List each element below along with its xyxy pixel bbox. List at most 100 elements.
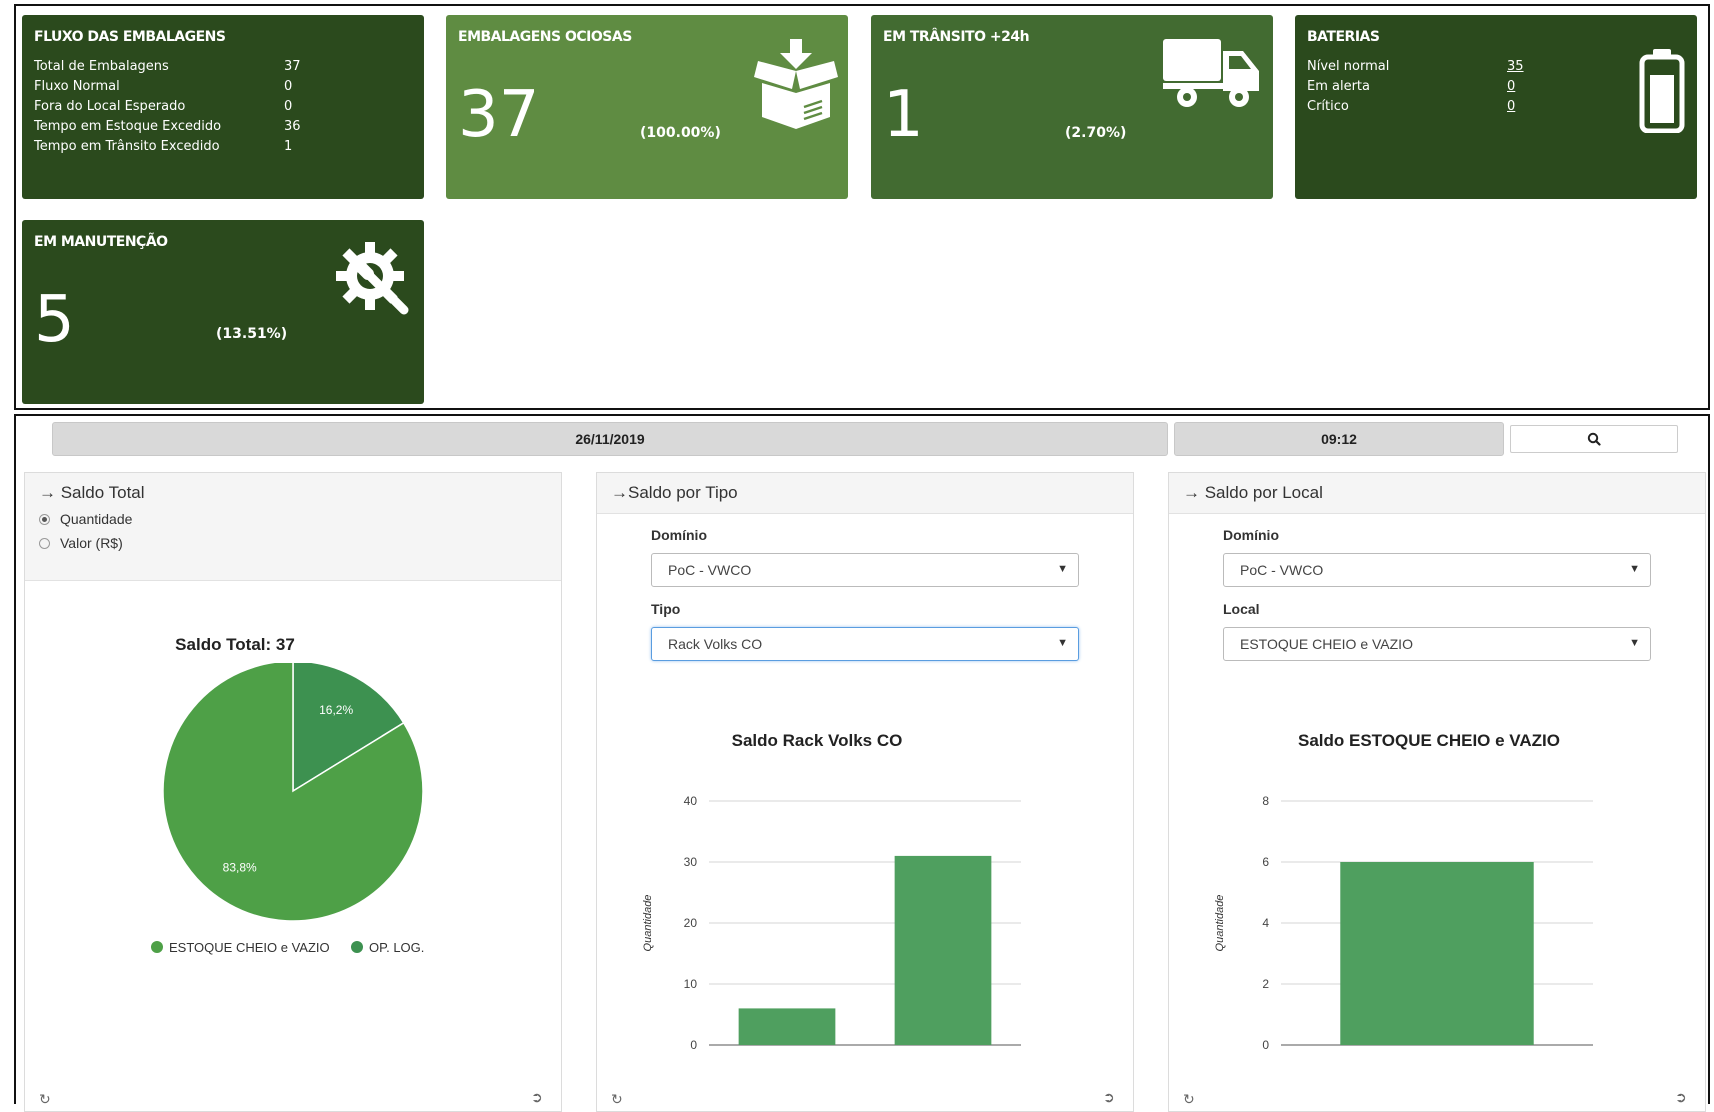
panel-title: → Saldo por Local	[1183, 483, 1323, 502]
flow-row-value: 1	[284, 139, 293, 154]
chart-title: Saldo Rack Volks CO	[731, 731, 903, 750]
y-axis-label: Quantidade	[642, 895, 654, 952]
arrow-right-circle-icon[interactable]: ➲	[1675, 1089, 1687, 1106]
pie-chart: 16,2% 83,8% ESTOQUE CHEIO e VAZIO OP. LOG.	[151, 663, 424, 955]
truck-icon	[1163, 39, 1259, 107]
battery-row-label: Crítico	[1307, 99, 1349, 114]
flow-row-value: 37	[284, 59, 301, 74]
flow-row-value: 0	[284, 79, 293, 94]
refresh-icon[interactable]: ↻	[1183, 1091, 1195, 1108]
panel-title: → Saldo Total	[39, 483, 145, 502]
caret-down-icon: ▼	[1629, 637, 1640, 649]
time-display: 09:12	[1174, 422, 1504, 456]
battery-row-link[interactable]: 0	[1507, 79, 1515, 94]
radio-quantidade[interactable]: Quantidade	[39, 511, 561, 527]
chart-title: Saldo Total: 37	[175, 635, 295, 654]
chart-title: Saldo ESTOQUE CHEIO e VAZIO	[1298, 731, 1560, 750]
flow-row: Fluxo Normal 0	[34, 79, 294, 99]
y-tick-label: 2	[1262, 977, 1269, 991]
dominio-label: Domínio	[651, 527, 707, 543]
gear-wrench-icon	[336, 242, 409, 315]
x-tick-label: ESTOQUE CHEIO e	[732, 1052, 842, 1053]
panel-title: →Saldo por Tipo	[611, 483, 738, 502]
tipo-select[interactable]: Rack Volks CO ▼	[651, 627, 1079, 661]
dominio-label: Domínio	[1223, 527, 1279, 543]
x-tick-label: OP. LOG.(31)	[907, 1052, 979, 1053]
arrow-right-circle-icon[interactable]: ➲	[1103, 1089, 1115, 1106]
y-tick-label: 8	[1262, 794, 1269, 808]
select-value: PoC - VWCO	[1240, 562, 1324, 578]
panel-saldo-total: → Saldo Total Quantidade Valor (R$) Sald…	[24, 472, 562, 1112]
panel-saldo-tipo: →Saldo por Tipo Domínio PoC - VWCO ▼ Tipo…	[596, 472, 1134, 1112]
tipo-label: Tipo	[651, 601, 681, 617]
flow-row-label: Tempo em Estoque Excedido	[34, 119, 222, 134]
caret-down-icon: ▼	[1629, 563, 1640, 575]
y-tick-label: 40	[684, 794, 698, 808]
tile-percent: (2.70%)	[1065, 125, 1127, 141]
bar-chart-tipo: 010203040QuantidadeESTOQUE CHEIO eVAZIO(…	[642, 794, 1021, 1053]
y-tick-label: 6	[1262, 855, 1269, 869]
radio-button[interactable]	[39, 513, 50, 525]
refresh-icon[interactable]: ↻	[39, 1091, 51, 1108]
refresh-icon[interactable]: ↻	[611, 1091, 623, 1108]
tile-baterias[interactable]: BATERIAS Nível normal 35 Em alerta 0 Críti…	[1295, 15, 1697, 199]
tile-embalagens-ociosas[interactable]: EMBALAGENS OCIOSAS 37 (100.00%)	[446, 15, 848, 199]
arrow-right-circle-icon[interactable]: ➲	[531, 1089, 543, 1106]
select-value: ESTOQUE CHEIO e VAZIO	[1240, 636, 1413, 652]
legend-marker	[351, 941, 363, 953]
tile-value: 1	[883, 78, 924, 152]
radio-label: Valor (R$)	[60, 535, 123, 551]
y-axis-label: Quantidade	[1214, 895, 1226, 952]
legend-label: ESTOQUE CHEIO e VAZIO	[169, 940, 330, 955]
tile-title: EMBALAGENS OCIOSAS	[458, 29, 632, 45]
caret-down-icon: ▼	[1057, 563, 1068, 575]
select-value: Rack Volks CO	[668, 636, 763, 652]
y-tick-label: 10	[684, 977, 698, 991]
tile-em-transito[interactable]: EM TRÂNSITO +24h 1 (2.70%)	[871, 15, 1273, 199]
dominio-select[interactable]: PoC - VWCO ▼	[651, 553, 1079, 587]
tile-title: BATERIAS	[1307, 29, 1380, 45]
date-display: 26/11/2019	[52, 422, 1168, 456]
radio-valor[interactable]: Valor (R$)	[39, 535, 561, 551]
search-button[interactable]	[1510, 425, 1678, 453]
flow-row-value: 36	[284, 119, 301, 134]
flow-row-label: Tempo em Trânsito Excedido	[34, 139, 220, 154]
flow-row-value: 0	[284, 99, 293, 114]
tile-em-manutencao[interactable]: EM MANUTENÇÃO 5 (13.51%)	[22, 220, 424, 404]
select-value: PoC - VWCO	[668, 562, 752, 578]
radio-button[interactable]	[39, 537, 50, 549]
bar	[738, 1008, 836, 1045]
pie-slice-label: 16,2%	[319, 703, 353, 717]
open-box-icon	[754, 39, 838, 129]
battery-row: Em alerta 0	[1307, 79, 1537, 99]
kpi-tiles-frame: FLUXO DAS EMBALAGENS Total de Embalagens…	[14, 4, 1710, 410]
flow-row: Tempo em Estoque Excedido 36	[34, 119, 301, 139]
bar	[894, 855, 992, 1045]
pie-slice-label: 83,8%	[223, 860, 257, 874]
battery-row: Nível normal 35	[1307, 59, 1537, 79]
radio-label: Quantidade	[60, 511, 133, 527]
battery-row-label: Nível normal	[1307, 59, 1390, 74]
tile-percent: (13.51%)	[216, 326, 288, 342]
y-tick-label: 0	[1262, 1038, 1269, 1052]
flow-row-label: Fluxo Normal	[34, 79, 120, 94]
battery-icon	[1639, 49, 1685, 133]
y-tick-label: 4	[1262, 916, 1269, 930]
y-tick-label: 30	[684, 855, 698, 869]
local-select[interactable]: ESTOQUE CHEIO e VAZIO ▼	[1223, 627, 1651, 661]
tile-value: 5	[34, 283, 75, 357]
panel-saldo-local: → Saldo por Local Domínio PoC - VWCO ▼ Lo…	[1168, 472, 1706, 1112]
dominio-select[interactable]: PoC - VWCO ▼	[1223, 553, 1651, 587]
bar-chart-local: 02468QuantidadeESTOQUE CHEIO e VAZIORack…	[1214, 794, 1593, 1052]
tile-value: 37	[458, 78, 540, 152]
flow-row-label: Fora do Local Esperado	[34, 99, 186, 114]
battery-row-link[interactable]: 35	[1507, 59, 1524, 74]
caret-down-icon: ▼	[1057, 637, 1068, 649]
battery-row: Crítico 0	[1307, 99, 1537, 119]
panel-header: → Saldo por Local	[1169, 473, 1705, 514]
battery-row-label: Em alerta	[1307, 79, 1370, 94]
battery-row-link[interactable]: 0	[1507, 99, 1515, 114]
tile-percent: (100.00%)	[640, 125, 721, 141]
tile-fluxo-embalagens[interactable]: FLUXO DAS EMBALAGENS Total de Embalagens…	[22, 15, 424, 199]
flow-row: Total de Embalagens 37	[34, 59, 301, 79]
